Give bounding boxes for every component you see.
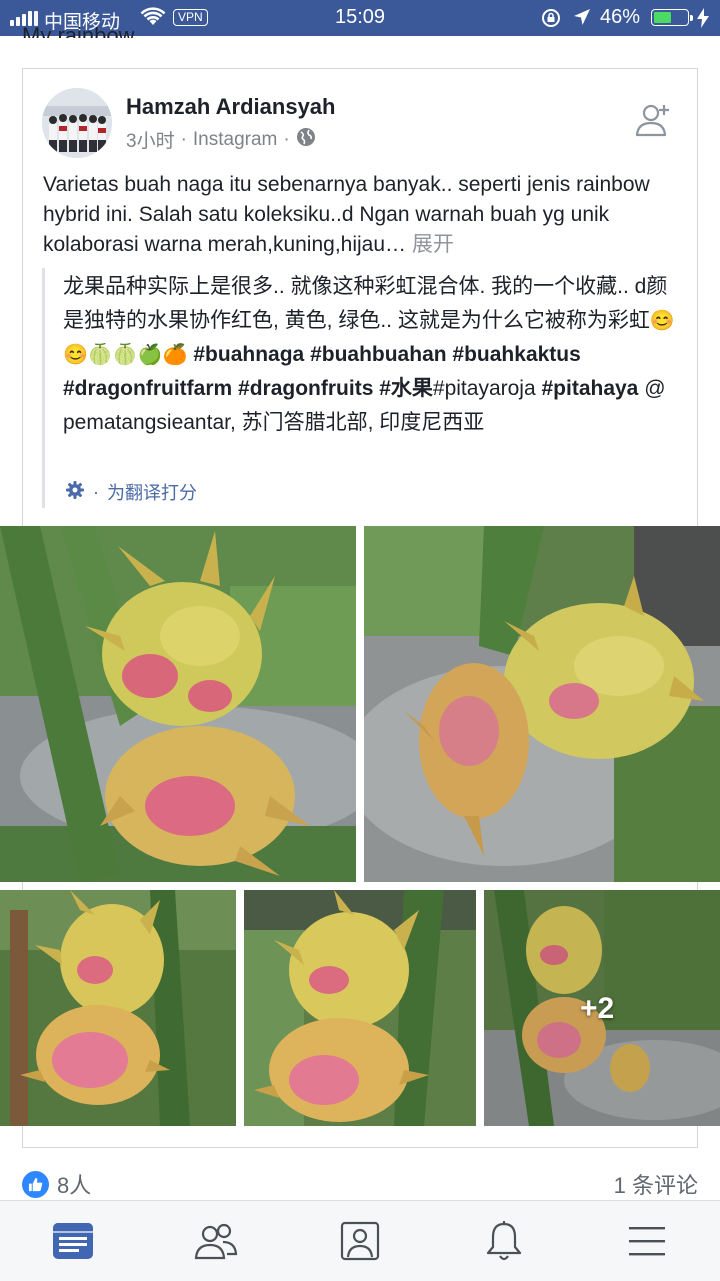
tab-profile[interactable] [336,1219,384,1263]
friends-icon [194,1223,238,1260]
more-photos-count[interactable]: +2 [580,992,614,1026]
hashtag[interactable]: #buahbuahan [310,343,447,366]
rate-translation[interactable]: · 为翻译打分 [65,479,197,505]
charging-icon [697,8,709,33]
hashtag[interactable]: #dragonfruitfarm [63,377,232,400]
like-summary[interactable]: 8人 [22,1168,91,1200]
gear-icon [65,480,85,505]
post-body: Varietas buah naga itu sebenarnya banyak… [43,173,650,256]
battery-icon [651,9,693,26]
translation-body: 龙果品种实际上是很多.. 就像这种彩虹混合体. 我的一个收藏.. d颜是独特的水… [63,275,668,332]
tab-menu[interactable] [623,1219,671,1263]
see-more-link[interactable]: 展开 [412,233,454,256]
news-feed-icon [53,1223,93,1259]
comment-count[interactable]: 1 条评论 [614,1168,698,1200]
notifications-icon [486,1221,522,1261]
thumbs-up-icon [22,1170,49,1198]
hashtag[interactable]: #pitayaroja [433,377,536,400]
rotation-lock-icon [541,8,561,33]
post-photo[interactable] [244,890,476,1126]
globe-icon [296,127,316,153]
meta-separator: · [180,128,187,150]
tab-friends[interactable] [192,1219,240,1263]
bottom-tab-bar [0,1200,720,1281]
hashtag[interactable]: #水果 [379,377,433,400]
battery-percent: 46% [600,6,641,28]
tab-notifications[interactable] [480,1219,528,1263]
post-time[interactable]: 3小时 [126,126,175,153]
post-photo[interactable] [0,890,236,1126]
profile-icon [340,1221,380,1261]
rate-separator: · [93,481,99,502]
post-meta: 3小时 · Instagram · [126,126,316,153]
hashtag[interactable]: #pitahaya [541,377,638,400]
tab-news-feed[interactable] [49,1219,97,1263]
hashtag[interactable]: #buahnaga [193,343,304,366]
meta-separator: · [283,128,290,150]
previous-post-title: My rainbow [22,26,134,38]
menu-icon [629,1227,665,1256]
post-photo[interactable] [0,526,356,882]
hashtag[interactable]: #dragonfruits [238,377,373,400]
location-icon [573,8,591,31]
post-text: Varietas buah naga itu sebenarnya banyak… [43,170,683,260]
avatar[interactable] [42,88,112,158]
post-photo[interactable] [364,526,720,882]
rate-translation-label[interactable]: 为翻译打分 [107,479,197,505]
author-name[interactable]: Hamzah Ardiansyah [126,94,335,120]
translation-text: 龙果品种实际上是很多.. 就像这种彩虹混合体. 我的一个收藏.. d颜是独特的水… [63,270,682,440]
post-source: Instagram [192,128,278,150]
hashtag[interactable]: #buahkaktus [452,343,580,366]
like-count[interactable]: 8人 [57,1168,91,1200]
translation-block: 龙果品种实际上是很多.. 就像这种彩虹混合体. 我的一个收藏.. d颜是独特的水… [42,268,682,508]
card-divider [22,1147,698,1148]
add-friend-icon[interactable] [634,101,672,144]
